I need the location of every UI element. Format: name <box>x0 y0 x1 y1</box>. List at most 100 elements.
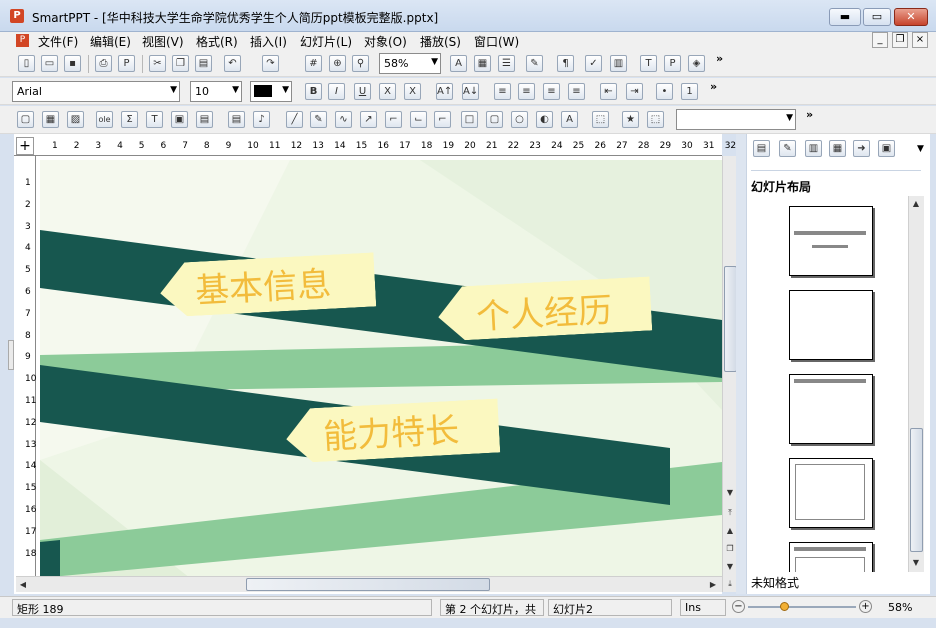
menu-edit[interactable]: 编辑(E) <box>90 33 131 50</box>
paste-icon[interactable]: ▤ <box>195 55 212 72</box>
horizontal-scroll-thumb[interactable] <box>246 578 490 591</box>
format-painter-icon[interactable]: ✎ <box>526 55 543 72</box>
ruler-origin-icon[interactable]: + <box>16 137 34 155</box>
first-slide-icon[interactable]: ⤒ <box>723 506 737 520</box>
image-icon[interactable]: ▨ <box>67 111 84 128</box>
design-tab-icon[interactable]: ✎ <box>779 140 796 157</box>
menu-window[interactable]: 窗口(W) <box>474 33 519 50</box>
bold-icon[interactable]: B <box>305 83 322 100</box>
last-slide-icon[interactable]: ⤓ <box>723 577 737 591</box>
scroll-down-icon[interactable]: ▼ <box>723 486 737 500</box>
align-center-icon[interactable]: ≡ <box>518 83 535 100</box>
zoom-area-icon[interactable]: ⊕ <box>329 55 346 72</box>
align-right-icon[interactable]: ≡ <box>543 83 560 100</box>
subtitle-box-icon[interactable]: ▣ <box>171 111 188 128</box>
layout-title-slide[interactable] <box>789 206 873 276</box>
zoom-out-icon[interactable]: − <box>732 600 745 613</box>
new-file-icon[interactable]: ▯ <box>18 55 35 72</box>
pen-icon[interactable]: ✎ <box>310 111 327 128</box>
underline-icon[interactable]: U <box>354 83 371 100</box>
menu-play[interactable]: 播放(S) <box>420 33 461 50</box>
toolbar-more-chevron[interactable]: » <box>806 108 813 121</box>
zoom-select[interactable]: 58% ▼ <box>379 53 441 74</box>
panel-splitter[interactable] <box>736 134 746 594</box>
justify-icon[interactable]: ≡ <box>568 83 585 100</box>
menu-format[interactable]: 格式(R) <box>196 33 238 50</box>
slide-horizontal-scrollbar[interactable]: ◀ ▶ <box>16 576 722 592</box>
wordart-icon[interactable]: A <box>561 111 578 128</box>
shadow-icon[interactable]: X <box>404 83 421 100</box>
title-box-icon[interactable]: T <box>146 111 163 128</box>
arrow-icon[interactable]: ↗ <box>360 111 377 128</box>
scroll-up-icon[interactable]: ▲ <box>909 197 923 211</box>
cut-icon[interactable]: ✂ <box>149 55 166 72</box>
strikethrough-icon[interactable]: X <box>379 83 396 100</box>
toolbar-more-chevron[interactable]: » <box>716 52 723 65</box>
doc-close-button[interactable]: × <box>912 32 928 48</box>
curved-connector-icon[interactable]: ⌐ <box>434 111 451 128</box>
formula-icon[interactable]: Σ <box>121 111 138 128</box>
layout-title-and-content[interactable] <box>789 542 873 572</box>
scroll-down-icon[interactable]: ▼ <box>909 556 923 570</box>
bullets-icon[interactable]: • <box>656 83 673 100</box>
scroll-left-icon[interactable]: ◀ <box>16 578 30 592</box>
slide-layout-tab-icon[interactable]: ▤ <box>753 140 770 157</box>
group-icon[interactable]: ⬚ <box>647 111 664 128</box>
italic-icon[interactable]: I <box>328 83 345 100</box>
background-tab-icon[interactable]: ▦ <box>829 140 846 157</box>
numbering-icon[interactable]: 1 <box>681 83 698 100</box>
rounded-rectangle-icon[interactable]: ▢ <box>486 111 503 128</box>
prev-slide-icon[interactable]: ▲ <box>723 524 737 538</box>
slide-icon[interactable]: T <box>640 55 657 72</box>
panel-scrollbar[interactable]: ▲ ▼ <box>908 196 924 572</box>
slide-sorter-icon[interactable]: ❐ <box>723 542 737 556</box>
save-icon[interactable]: ▪ <box>64 55 81 72</box>
text-icon[interactable]: A <box>450 55 467 72</box>
table-icon[interactable]: ▦ <box>42 111 59 128</box>
left-splitter-handle[interactable] <box>8 340 14 370</box>
next-slide-icon[interactable]: ▼ <box>723 560 737 574</box>
layout-blank[interactable] <box>789 290 873 360</box>
star-icon[interactable]: ★ <box>622 111 639 128</box>
font-color-select[interactable]: ▼ <box>250 81 292 102</box>
menu-file[interactable]: 文件(F) <box>38 33 78 50</box>
presentation-icon[interactable]: P <box>664 55 681 72</box>
menu-object[interactable]: 对象(O) <box>364 33 407 50</box>
maximize-button[interactable]: ▭ <box>863 8 891 26</box>
scroll-right-icon[interactable]: ▶ <box>706 578 720 592</box>
decrease-font-icon[interactable]: A↓ <box>462 83 479 100</box>
animation-tab-icon[interactable]: ➜ <box>853 140 870 157</box>
ellipse-icon[interactable]: ○ <box>511 111 528 128</box>
doc-minimize-button[interactable]: _ <box>872 32 888 48</box>
ole-object-icon[interactable]: ole <box>96 111 113 128</box>
select-icon[interactable]: ⬚ <box>592 111 609 128</box>
slide-number-icon[interactable]: # <box>305 55 322 72</box>
undo-icon[interactable]: ↶ <box>224 55 241 72</box>
print-icon[interactable]: ⎙ <box>95 55 112 72</box>
paragraph-mark-icon[interactable]: ¶ <box>557 55 574 72</box>
spellcheck-icon[interactable]: ✓ <box>585 55 602 72</box>
menu-insert[interactable]: 插入(I) <box>250 33 287 50</box>
zoom-slider-knob[interactable] <box>780 602 790 611</box>
redo-icon[interactable]: ↷ <box>262 55 279 72</box>
elbow-connector-icon[interactable]: ⌙ <box>410 111 427 128</box>
close-button[interactable]: ✕ <box>894 8 928 26</box>
sound-icon[interactable]: ♪ <box>253 111 270 128</box>
zoom-in-icon[interactable]: + <box>859 600 872 613</box>
textbox-icon[interactable]: ▢ <box>17 111 34 128</box>
align-left-icon[interactable]: ≡ <box>494 83 511 100</box>
layout-content-frame[interactable] <box>789 458 873 528</box>
layout-title-only[interactable] <box>789 374 873 444</box>
font-size-select[interactable]: 10 ▼ <box>190 81 242 102</box>
increase-font-icon[interactable]: A↑ <box>436 83 453 100</box>
movie-icon[interactable]: ▤ <box>228 111 245 128</box>
rectangle-icon[interactable]: □ <box>461 111 478 128</box>
chart-icon[interactable]: ▥ <box>610 55 627 72</box>
minimize-button[interactable]: ▬ <box>829 8 861 26</box>
toolbar-more-chevron[interactable]: » <box>710 80 717 93</box>
stack-icon[interactable]: ◈ <box>688 55 705 72</box>
curve-icon[interactable]: ∿ <box>335 111 352 128</box>
connector-icon[interactable]: ⌐ <box>385 111 402 128</box>
pdf-icon[interactable]: P <box>118 55 135 72</box>
copy-icon[interactable]: ❐ <box>172 55 189 72</box>
